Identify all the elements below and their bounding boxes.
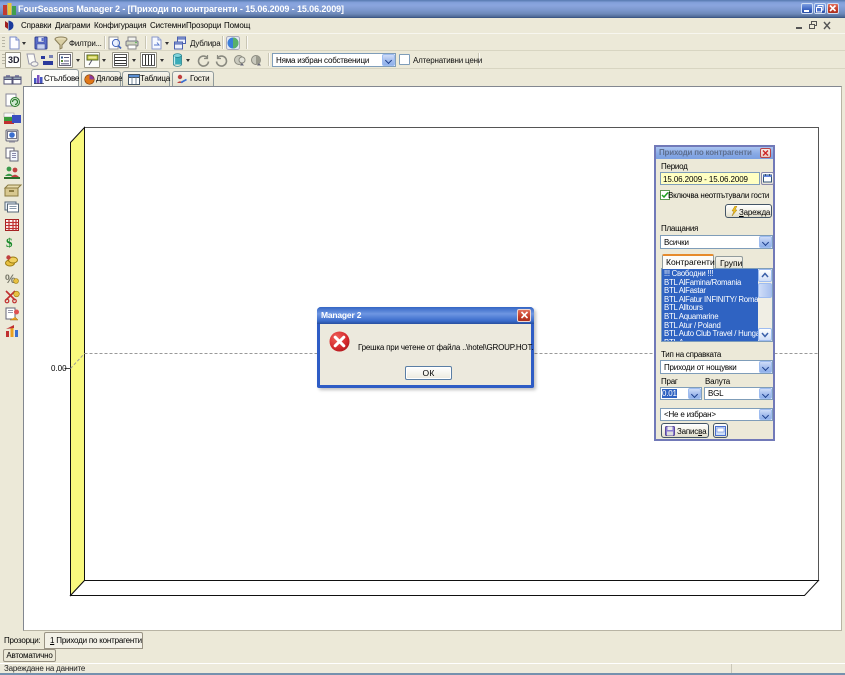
svg-text:0.00: 0.00 <box>51 364 67 373</box>
svg-text:$: $ <box>6 235 13 250</box>
